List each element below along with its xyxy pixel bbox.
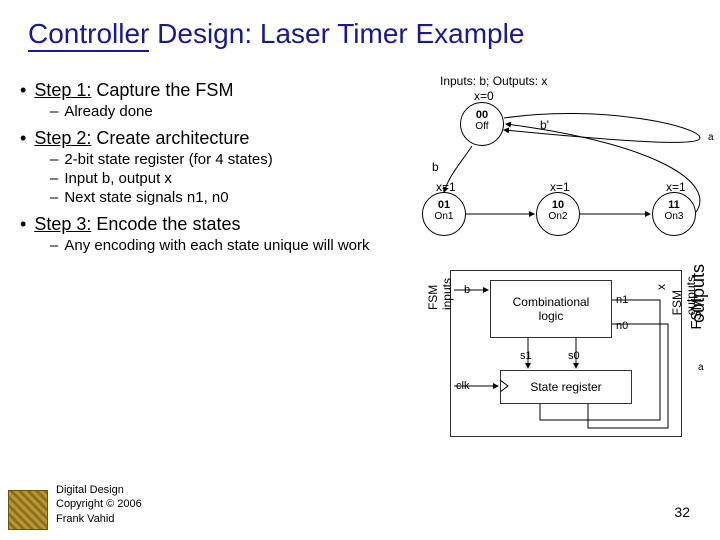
slide-title: Controller Design: Laser Timer Example bbox=[0, 0, 720, 50]
step3: •Step 3: Encode the states bbox=[20, 214, 400, 235]
footer-line3: Frank Vahid bbox=[56, 512, 142, 526]
arch-state-register: State register bbox=[500, 370, 632, 404]
arch-s0: s0 bbox=[568, 350, 580, 362]
architecture-diagram: FSM inputs b Combinational logic n1 n0 x… bbox=[420, 270, 710, 460]
fsm-diagram: Inputs: b; Outputs: x x=0 00Off b' a b x… bbox=[400, 74, 720, 234]
fsm-a-note: a bbox=[708, 132, 714, 143]
bullet-list: •Step 1: Capture the FSM –Already done •… bbox=[20, 72, 400, 256]
fsm-io-label: Inputs: b; Outputs: x bbox=[440, 74, 547, 88]
arch-fsm-inputs-label: FSM inputs bbox=[426, 278, 454, 310]
arch-x: x bbox=[654, 284, 668, 290]
title-rest: Design: Laser Timer Example bbox=[157, 18, 524, 49]
footer-line1: Digital Design bbox=[56, 483, 142, 497]
page-number: 32 bbox=[674, 504, 690, 520]
step2-sub3: –Next state signals n1, n0 bbox=[50, 189, 400, 206]
title-word-underlined: Controller bbox=[28, 18, 149, 52]
arch-fsm-big: FSM bbox=[688, 298, 705, 330]
arch-a-note: a bbox=[698, 362, 704, 373]
arch-clk: clk bbox=[456, 380, 469, 392]
footer-line2: Copyright © 2006 bbox=[56, 497, 142, 511]
step1: •Step 1: Capture the FSM bbox=[20, 80, 400, 101]
state-on1: 01On1 bbox=[422, 192, 466, 236]
arch-n1: n1 bbox=[616, 294, 628, 306]
arch-b: b bbox=[464, 284, 470, 296]
fsm-bprime: b' bbox=[540, 118, 549, 132]
arch-n0: n0 bbox=[616, 320, 628, 332]
step3-sub: –Any encoding with each state unique wil… bbox=[50, 237, 400, 254]
state-on2: 10On2 bbox=[536, 192, 580, 236]
step2-sub2: –Input b, output x bbox=[50, 170, 400, 187]
state-on3: 11On3 bbox=[652, 192, 696, 236]
arch-s1: s1 bbox=[520, 350, 532, 362]
step2: •Step 2: Create architecture bbox=[20, 128, 400, 149]
footer: Digital Design Copyright © 2006 Frank Va… bbox=[56, 483, 142, 526]
logo-icon bbox=[8, 490, 48, 530]
arch-comb-logic: Combinational logic bbox=[490, 280, 612, 338]
fsm-b: b bbox=[432, 160, 439, 174]
state-off: 00Off bbox=[460, 102, 504, 146]
step2-sub1: –2-bit state register (for 4 states) bbox=[50, 151, 400, 168]
fsm-x0: x=0 bbox=[474, 89, 494, 103]
step1-sub: –Already done bbox=[50, 103, 400, 120]
